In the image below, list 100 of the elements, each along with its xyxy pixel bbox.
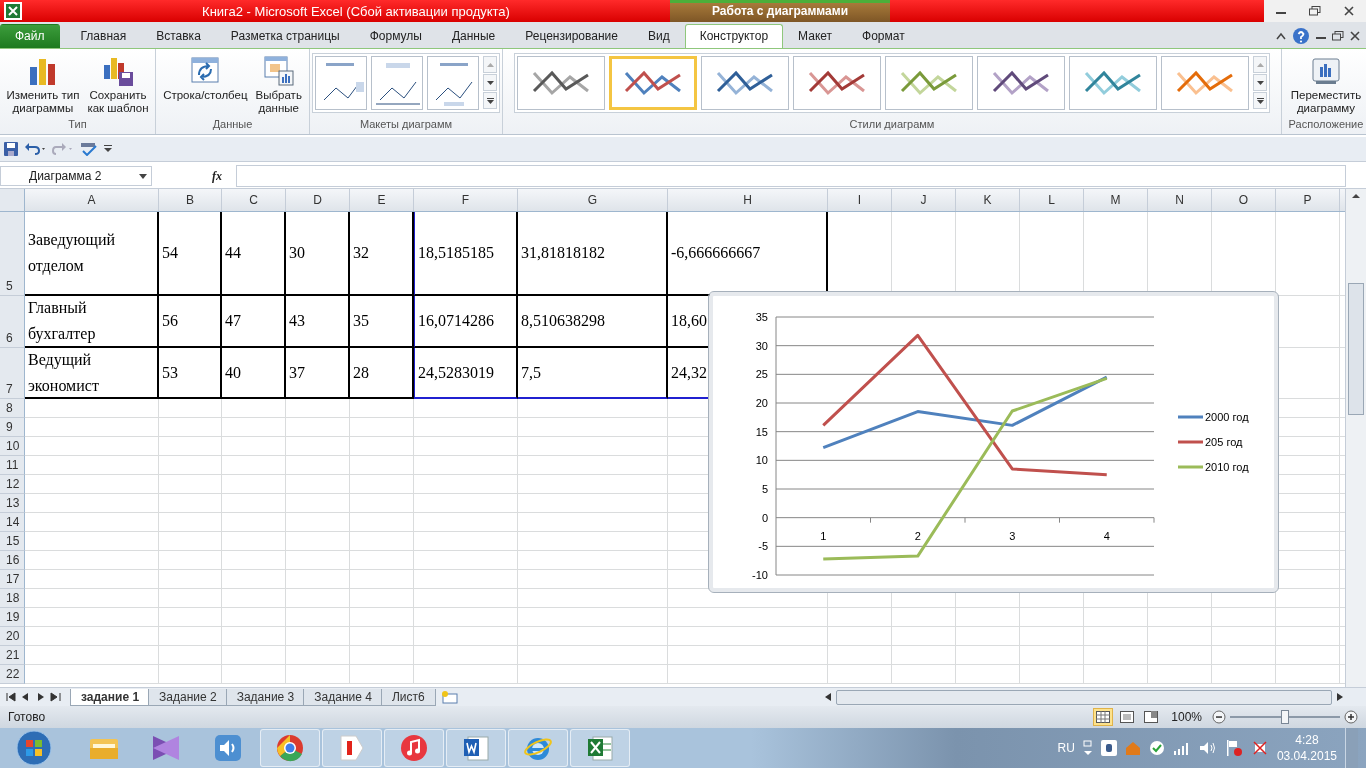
column-header[interactable]: M bbox=[1084, 189, 1148, 212]
row-header[interactable]: 8 bbox=[0, 399, 25, 419]
scroll-left-icon[interactable] bbox=[824, 692, 832, 703]
close-icon[interactable] bbox=[1350, 30, 1360, 41]
ribbon-tab[interactable]: Главная bbox=[65, 23, 142, 48]
style-thumbnail[interactable] bbox=[885, 55, 973, 110]
column-header[interactable]: J bbox=[892, 189, 956, 212]
sheet-tab[interactable]: задание 1 bbox=[70, 688, 151, 706]
ribbon-tab[interactable]: Файл bbox=[0, 23, 60, 48]
row-header[interactable]: 9 bbox=[0, 418, 25, 438]
ribbon-button[interactable]: Изменить тип диаграммы bbox=[4, 52, 82, 117]
ribbon-button[interactable]: Переместить диаграмму bbox=[1288, 52, 1364, 117]
sheet-tab[interactable]: Задание 3 bbox=[225, 688, 306, 706]
flag-icon[interactable] bbox=[1224, 739, 1243, 757]
row-header[interactable]: 10 bbox=[0, 437, 25, 457]
function-button[interactable]: fx bbox=[212, 168, 232, 184]
row-header[interactable]: 12 bbox=[0, 475, 25, 495]
taskbar-button[interactable] bbox=[260, 729, 320, 767]
scroll-right-icon[interactable] bbox=[1336, 692, 1344, 703]
restore-icon[interactable] bbox=[1332, 30, 1344, 41]
column-header[interactable]: N bbox=[1148, 189, 1212, 212]
scroll-down-button[interactable] bbox=[483, 74, 497, 92]
ribbon-tab[interactable]: Рецензирование bbox=[510, 23, 633, 48]
row-header[interactable]: 11 bbox=[0, 456, 25, 476]
ribbon-tab[interactable]: Формулы bbox=[354, 23, 437, 48]
style-thumbnail[interactable] bbox=[977, 55, 1065, 110]
check-icon[interactable] bbox=[1148, 740, 1165, 756]
close-icon[interactable] bbox=[1344, 6, 1354, 16]
column-header[interactable]: P bbox=[1276, 189, 1340, 212]
ribbon-tab[interactable]: Формат bbox=[847, 23, 920, 48]
save-icon[interactable] bbox=[4, 142, 18, 157]
ribbon-tab[interactable]: Макет bbox=[783, 23, 848, 48]
vertical-scrollbar[interactable] bbox=[1345, 189, 1366, 688]
row-header[interactable]: 15 bbox=[0, 532, 25, 552]
row-header[interactable]: 18 bbox=[0, 589, 25, 609]
undo-icon[interactable] bbox=[24, 142, 46, 157]
view-button[interactable] bbox=[1093, 708, 1114, 727]
column-header[interactable]: C bbox=[222, 189, 286, 212]
ribbon-tab[interactable]: Конструктор bbox=[684, 23, 784, 48]
more-button[interactable] bbox=[1253, 92, 1267, 110]
restore-icon[interactable] bbox=[1309, 6, 1321, 16]
style-thumbnail[interactable] bbox=[517, 55, 605, 110]
zoom-out-button[interactable] bbox=[1212, 710, 1226, 725]
ribbon-button[interactable]: Строка/столбец bbox=[161, 52, 250, 104]
row-header[interactable]: 17 bbox=[0, 570, 25, 590]
column-header[interactable]: B bbox=[159, 189, 222, 212]
layout-thumbnail[interactable] bbox=[427, 55, 479, 110]
tray-arrow-icon[interactable] bbox=[1082, 740, 1093, 756]
taskbar-button[interactable] bbox=[508, 729, 568, 767]
style-thumbnail[interactable] bbox=[1069, 55, 1157, 110]
style-thumbnail[interactable] bbox=[701, 55, 789, 110]
taskbar-button[interactable] bbox=[384, 729, 444, 767]
row-header[interactable]: 7 bbox=[0, 348, 25, 400]
customize-icon[interactable] bbox=[104, 145, 112, 154]
row-header[interactable]: 16 bbox=[0, 551, 25, 571]
style-thumbnail[interactable] bbox=[609, 55, 697, 110]
ribbon-tab[interactable]: Вставка bbox=[141, 23, 216, 48]
layout-thumbnail[interactable] bbox=[315, 55, 367, 110]
column-header[interactable]: L bbox=[1020, 189, 1084, 212]
more-button[interactable] bbox=[483, 92, 497, 110]
ribbon-tab[interactable]: Данные bbox=[436, 23, 511, 48]
column-header[interactable]: D bbox=[286, 189, 350, 212]
row-header[interactable]: 20 bbox=[0, 627, 25, 647]
row-header[interactable]: 22 bbox=[0, 665, 25, 685]
row-header[interactable]: 21 bbox=[0, 646, 25, 666]
row-header[interactable]: 14 bbox=[0, 513, 25, 533]
row-header[interactable]: 6 bbox=[0, 296, 25, 349]
ribbon-tab[interactable]: Разметка страницы bbox=[215, 23, 355, 48]
scroll-down-button[interactable] bbox=[1253, 74, 1267, 92]
sheet-tab[interactable]: Задание 4 bbox=[303, 688, 383, 706]
column-header[interactable]: H bbox=[668, 189, 828, 212]
scroll-thumb[interactable] bbox=[1348, 283, 1364, 416]
ribbon-button[interactable]: Сохранить как шаблон bbox=[85, 52, 151, 117]
zoom-in-button[interactable] bbox=[1344, 710, 1358, 725]
taskbar-button[interactable] bbox=[446, 729, 506, 767]
sheet-navigation-icon[interactable] bbox=[6, 692, 64, 703]
column-header[interactable]: E bbox=[350, 189, 414, 212]
row-header[interactable]: 13 bbox=[0, 494, 25, 514]
column-header[interactable]: K bbox=[956, 189, 1020, 212]
spell-check-icon[interactable] bbox=[80, 142, 98, 157]
sheet-tab[interactable]: Задание 2 bbox=[148, 688, 228, 706]
signal-icon[interactable] bbox=[1172, 741, 1191, 755]
social-icon[interactable] bbox=[1100, 740, 1117, 756]
column-header[interactable]: F bbox=[414, 189, 518, 212]
taskbar-button[interactable] bbox=[322, 729, 382, 767]
row-header[interactable]: 19 bbox=[0, 608, 25, 628]
style-thumbnail[interactable] bbox=[793, 55, 881, 110]
formula-field[interactable] bbox=[236, 165, 1346, 188]
column-header[interactable]: G bbox=[518, 189, 668, 212]
column-header[interactable]: A bbox=[25, 189, 159, 212]
help-icon[interactable] bbox=[1292, 26, 1310, 45]
row-header[interactable]: 5 bbox=[0, 212, 25, 297]
taskbar-button[interactable] bbox=[570, 729, 630, 767]
start-button[interactable] bbox=[14, 728, 54, 768]
power-plug-icon[interactable] bbox=[1250, 739, 1269, 757]
ribbon-tab[interactable]: Вид bbox=[632, 23, 685, 48]
style-thumbnail[interactable] bbox=[1161, 55, 1249, 110]
ribbon-button[interactable]: Выбрать данные bbox=[253, 52, 304, 117]
column-header[interactable]: O bbox=[1212, 189, 1276, 212]
layout-thumbnail[interactable] bbox=[371, 55, 423, 110]
